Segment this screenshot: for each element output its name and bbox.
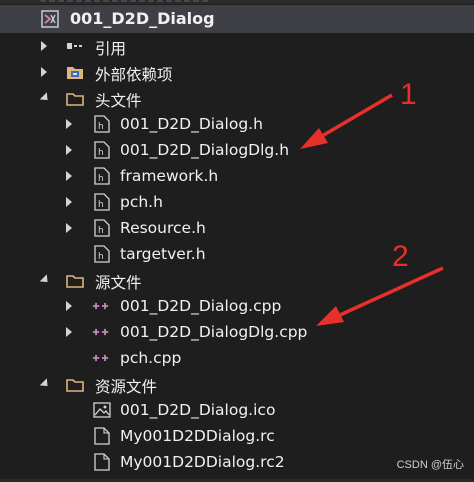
annotation-arrowhead-1 xyxy=(300,128,328,149)
annotation-arrow-1 xyxy=(321,93,393,138)
annotation-number-1: 1 xyxy=(400,78,417,111)
annotation-arrow-2 xyxy=(339,266,444,317)
annotation-number-2: 2 xyxy=(392,240,409,273)
annotation-arrowhead-2 xyxy=(316,306,344,326)
watermark: CSDN @伍心 xyxy=(396,459,464,471)
